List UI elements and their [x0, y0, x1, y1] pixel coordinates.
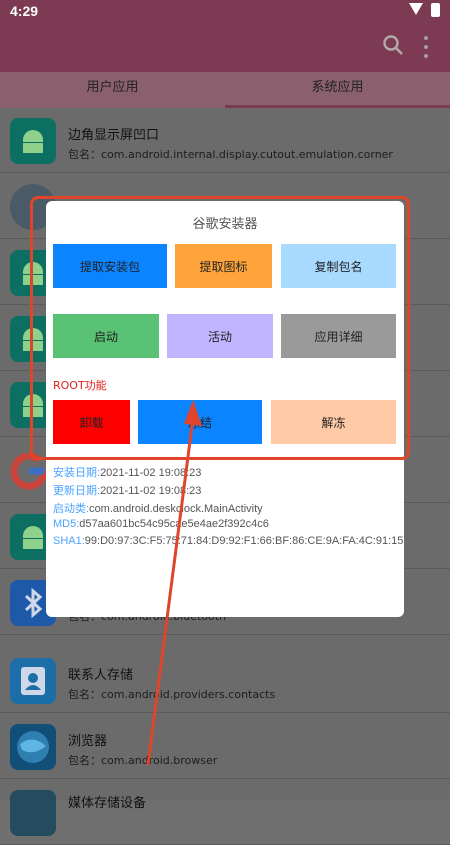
arrow-annotation	[146, 400, 202, 766]
